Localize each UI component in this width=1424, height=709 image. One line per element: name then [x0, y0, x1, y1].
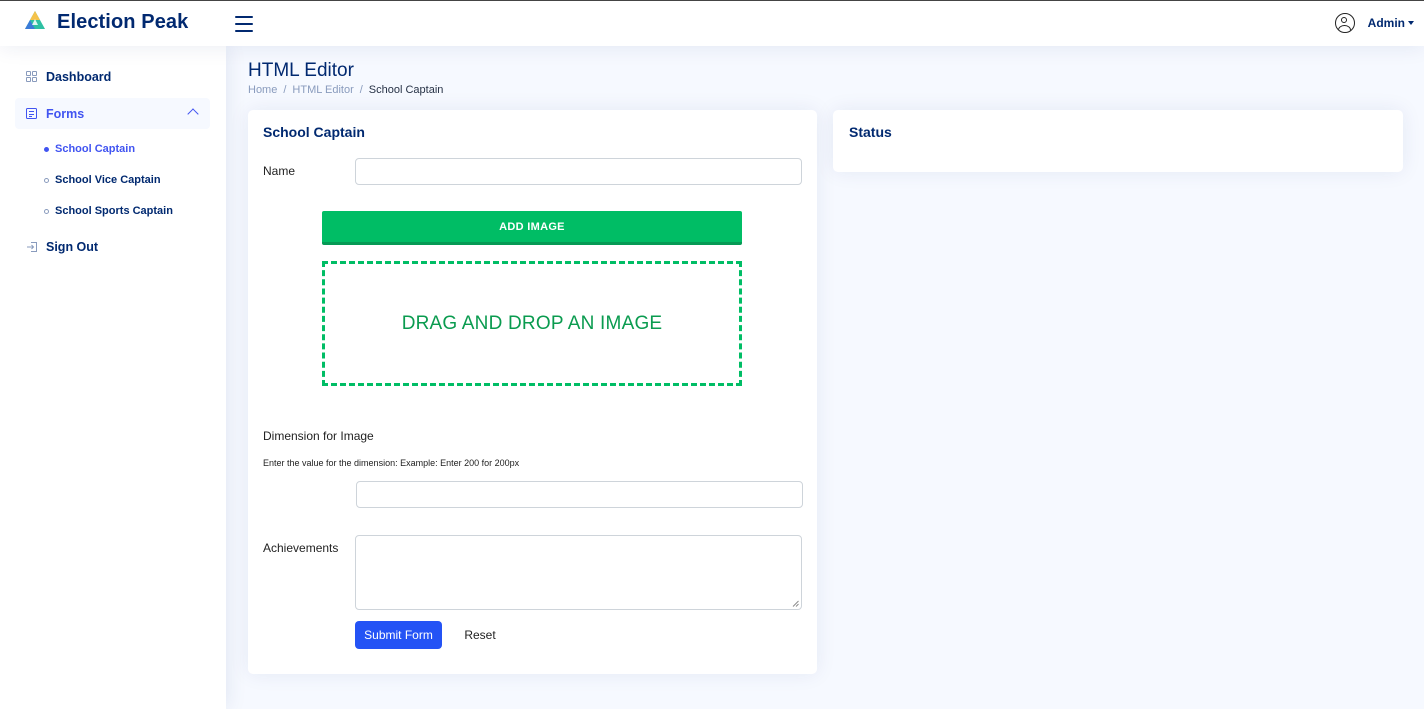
- breadcrumb: Home / HTML Editor / School Captain: [248, 84, 443, 96]
- status-card: [833, 110, 1403, 172]
- sidebar-item-sign-out[interactable]: Sign Out: [15, 231, 210, 262]
- image-drop-zone[interactable]: DRAG AND DROP AN IMAGE: [322, 261, 742, 386]
- name-label: Name: [263, 164, 296, 178]
- breadcrumb-html-editor[interactable]: HTML Editor: [292, 84, 353, 96]
- hamburger-icon[interactable]: [235, 16, 253, 32]
- sidebar-subitem-label: School Vice Captain: [55, 174, 161, 186]
- sidebar-item-dashboard[interactable]: Dashboard: [15, 61, 210, 92]
- bullet-circle-icon: [44, 177, 49, 183]
- dimension-hint: Enter the value for the dimension: Examp…: [263, 458, 520, 468]
- add-image-button[interactable]: ADD IMAGE: [322, 211, 742, 245]
- breadcrumb-separator: /: [359, 84, 363, 96]
- dimension-label: Dimension for Image: [263, 429, 374, 443]
- sign-out-icon: [26, 241, 37, 252]
- profile-menu[interactable]: Admin: [1334, 13, 1414, 33]
- breadcrumb-home[interactable]: Home: [248, 84, 277, 96]
- sidebar-subitem-label: School Sports Captain: [55, 205, 173, 217]
- sidebar-subitem-school-vice-captain[interactable]: School Vice Captain: [44, 170, 161, 190]
- bullet-circle-icon: [44, 208, 49, 214]
- name-input[interactable]: [355, 158, 802, 185]
- sidebar: Dashboard Forms School Captain School Vi…: [0, 46, 226, 709]
- resize-handle-icon[interactable]: [792, 600, 799, 607]
- form-doc-icon: [26, 108, 37, 119]
- grid-icon: [26, 71, 37, 82]
- sidebar-subitem-school-captain[interactable]: School Captain: [44, 139, 135, 159]
- top-header: Election Peak Admin: [0, 0, 1424, 46]
- user-circle-icon: [1334, 13, 1355, 33]
- brand-name: Election Peak: [57, 11, 189, 33]
- sidebar-item-label: Sign Out: [46, 239, 99, 254]
- submit-form-button[interactable]: Submit Form: [355, 621, 442, 649]
- logo-icon: [24, 10, 46, 35]
- breadcrumb-separator: /: [283, 84, 287, 96]
- achievements-textarea[interactable]: [355, 535, 802, 610]
- page-title: HTML Editor: [248, 60, 354, 81]
- sidebar-subitem-label: School Captain: [55, 143, 136, 155]
- reset-button[interactable]: Reset: [452, 621, 508, 649]
- sidebar-subitem-school-sports-captain[interactable]: School Sports Captain: [44, 201, 173, 221]
- profile-name: Admin: [1367, 16, 1405, 30]
- drop-zone-text: DRAG AND DROP AN IMAGE: [401, 312, 663, 334]
- bullet-dot-icon: [44, 146, 49, 152]
- breadcrumb-current: School Captain: [368, 84, 444, 96]
- status-card-title: Status: [849, 124, 892, 140]
- sidebar-item-label: Forms: [46, 106, 85, 121]
- caret-down-icon: [1408, 21, 1414, 25]
- sidebar-item-label: Dashboard: [46, 69, 112, 84]
- brand-logo[interactable]: Election Peak: [24, 10, 188, 35]
- sidebar-item-forms[interactable]: Forms: [15, 98, 210, 129]
- form-card-title: School Captain: [263, 124, 365, 140]
- dimension-input[interactable]: [356, 481, 803, 508]
- chevron-up-icon[interactable]: [187, 108, 199, 120]
- achievements-label: Achievements: [263, 541, 339, 555]
